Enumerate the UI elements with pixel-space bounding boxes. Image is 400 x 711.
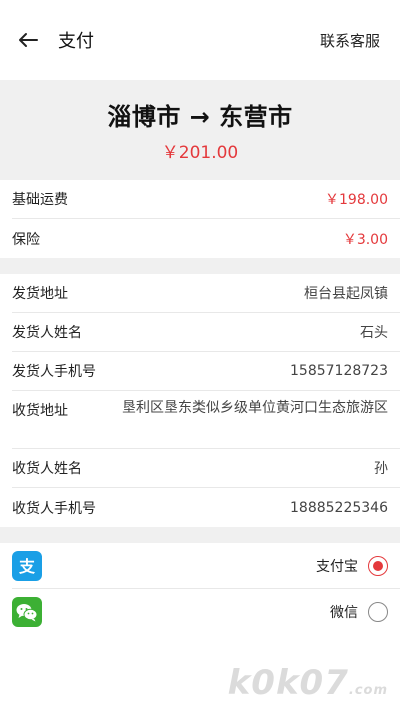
contact-service-button[interactable]: 联系客服 [320, 30, 380, 51]
sender-address-row: 发货地址 桓台县起凤镇 [12, 274, 400, 313]
row-value: 石头 [360, 325, 388, 341]
wechat-label: 微信 [330, 605, 358, 621]
payment-option-alipay[interactable]: 支 支付宝 [12, 543, 400, 589]
wechat-icon [12, 597, 42, 627]
section-divider [0, 258, 400, 274]
page-title: 支付 [58, 31, 94, 52]
watermark-logo: k0k07.com [227, 663, 388, 703]
payment-option-wechat[interactable]: 微信 [12, 589, 400, 635]
route-summary: 淄博市 → 东营市 ￥201.00 [0, 80, 400, 180]
payment-section: 支 支付宝 微信 [0, 543, 400, 635]
receiver-address-row: 收货地址 垦利区垦东类似乡级单位黄河口生态旅游区 [12, 391, 400, 449]
row-label: 发货人姓名 [12, 325, 82, 341]
section-divider [0, 527, 400, 543]
fee-value: ￥3.00 [342, 231, 388, 248]
row-value: 孙 [374, 461, 388, 477]
row-value: 18885225346 [290, 499, 388, 516]
alipay-radio[interactable] [368, 555, 388, 576]
row-label: 收货人姓名 [12, 461, 82, 477]
receiver-name-row: 收货人姓名 孙 [12, 449, 400, 488]
row-label: 发货人手机号 [12, 364, 96, 380]
svg-text:支: 支 [18, 557, 36, 576]
wechat-radio[interactable] [368, 602, 388, 622]
alipay-icon: 支 [12, 550, 42, 581]
row-value: 15857128723 [290, 363, 388, 379]
row-value: 桓台县起凤镇 [304, 286, 388, 302]
fee-label: 保险 [12, 231, 40, 248]
receiver-phone-row: 收货人手机号 18885225346 [12, 488, 400, 527]
top-bar: 支付 联系客服 [0, 0, 400, 80]
alipay-label: 支付宝 [316, 558, 358, 575]
back-arrow-icon[interactable] [16, 28, 40, 52]
total-price: ￥201.00 [161, 143, 239, 163]
route-text: 淄博市 → 东营市 [107, 103, 293, 131]
row-label: 收货人手机号 [12, 500, 96, 517]
shipping-section: 发货地址 桓台县起凤镇 发货人姓名 石头 发货人手机号 15857128723 … [0, 274, 400, 527]
fee-value: ￥198.00 [325, 192, 388, 208]
fee-section: 基础运费 ￥198.00 保险 ￥3.00 [0, 180, 400, 258]
row-label: 发货地址 [12, 286, 68, 302]
fee-label: 基础运费 [12, 192, 68, 208]
fee-row-insurance: 保险 ￥3.00 [12, 219, 400, 258]
row-value: 垦利区垦东类似乡级单位黄河口生态旅游区 [122, 400, 388, 416]
row-label: 收货地址 [12, 403, 68, 419]
sender-phone-row: 发货人手机号 15857128723 [12, 352, 400, 391]
sender-name-row: 发货人姓名 石头 [12, 313, 400, 352]
fee-row-base: 基础运费 ￥198.00 [12, 180, 400, 219]
